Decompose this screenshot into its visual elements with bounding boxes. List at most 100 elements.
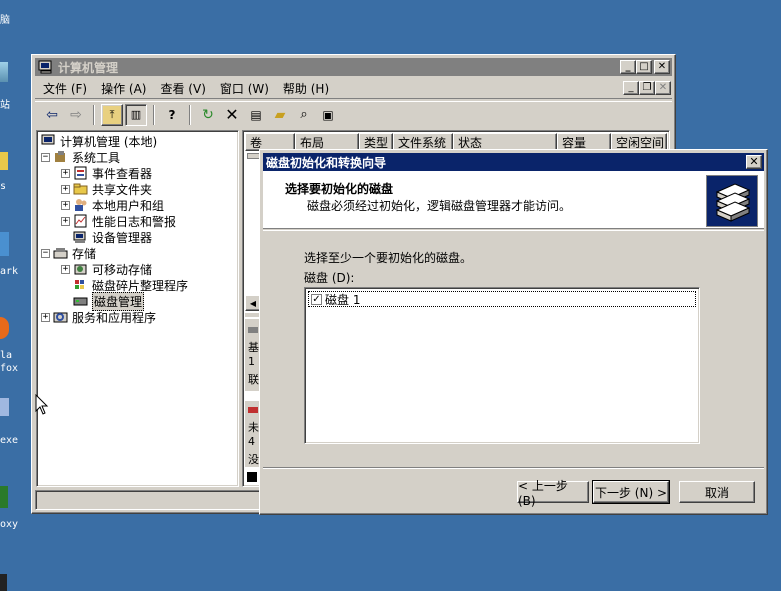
tree-perf-logs[interactable]: + 性能日志和警报 [61, 213, 176, 229]
desktop-label-exe: exe [0, 435, 19, 446]
tree-device-manager[interactable]: 设备管理器 [73, 229, 152, 245]
tree-device-manager-label: 设备管理器 [92, 230, 153, 245]
services-icon [53, 310, 69, 324]
recycle-bin-icon[interactable] [0, 62, 8, 82]
tree-system-tools[interactable]: − 系统工具 [41, 149, 120, 165]
tree-event-viewer[interactable]: + 事件查看器 [61, 165, 152, 181]
window-titlebar[interactable]: 计算机管理 _ □ ✕ [35, 58, 672, 76]
expand-icon[interactable]: + [61, 216, 70, 226]
child-close-button[interactable]: ✕ [655, 81, 671, 95]
close-button[interactable]: ✕ [654, 60, 670, 74]
dialog-titlebar[interactable]: 磁盘初始化和转换向导 ✕ [263, 153, 764, 171]
expand-icon[interactable]: + [61, 168, 70, 178]
wireshark-icon[interactable] [0, 232, 9, 256]
storage-icon [53, 246, 69, 260]
mouse-cursor-icon [35, 394, 49, 415]
device-manager-icon [73, 230, 89, 244]
tree-shared-folders-label: 共享文件夹 [92, 182, 153, 197]
desktop-label-ark: ark [0, 266, 19, 277]
taskbar-edge-icon [0, 574, 7, 591]
tree-shared-folders[interactable]: + 共享文件夹 [61, 181, 152, 197]
proxy-icon[interactable] [0, 486, 8, 508]
menu-file[interactable]: 文件 (F) [39, 80, 97, 97]
disk0-status-text: 联 [248, 373, 259, 386]
wizard-header: 选择要初始化的磁盘 磁盘必须经过初始化，逻辑磁盘管理器才能访问。 [263, 171, 764, 229]
collapse-icon[interactable]: − [41, 152, 50, 162]
delete-icon[interactable]: ✕ [221, 104, 243, 126]
list-item[interactable]: ✓ 磁盘 1 [308, 291, 696, 307]
dialog-title: 磁盘初始化和转换向导 [266, 155, 387, 170]
menu-action[interactable]: 操作 (A) [97, 80, 156, 97]
performance-icon [73, 214, 89, 228]
tree-removable-storage[interactable]: + 可移动存储 [61, 261, 152, 277]
defrag-icon [73, 278, 89, 292]
menu-window[interactable]: 窗口 (W) [216, 80, 279, 97]
disk1-status-text: 没 [248, 453, 259, 466]
show-tree-icon[interactable]: ▥ [125, 103, 147, 126]
tree-event-viewer-label: 事件查看器 [92, 166, 153, 181]
menu-view[interactable]: 查看 (V) [156, 80, 215, 97]
header-title: 选择要初始化的磁盘 [285, 182, 394, 196]
child-restore-button[interactable]: ❐ [639, 81, 655, 95]
disk-list-label: 磁盘 (D): [304, 271, 355, 285]
dialog-close-button[interactable]: ✕ [746, 155, 762, 169]
disk-tool-icon[interactable]: ▣ [317, 104, 339, 126]
exe-icon[interactable] [0, 398, 9, 416]
firefox-icon[interactable] [0, 317, 9, 339]
desktop-label-s: s [0, 181, 7, 192]
forward-arrow-icon[interactable]: ⇨ [65, 104, 87, 126]
desktop-label-fox: fox [0, 363, 19, 374]
refresh-icon[interactable]: ↻ [197, 104, 219, 126]
users-icon [73, 198, 89, 212]
shared-folder-icon [73, 182, 89, 196]
tree-root[interactable]: 计算机管理 (本地) [41, 133, 157, 149]
desktop-label-computer: 脑 [0, 15, 10, 26]
child-minimize-button[interactable]: _ [623, 81, 639, 95]
desktop-label-recycle: 站 [0, 100, 10, 111]
tree-storage[interactable]: − 存储 [41, 245, 96, 261]
legend-swatch [247, 472, 257, 482]
tree-storage-label: 存储 [72, 246, 97, 261]
back-button[interactable]: < 上一步 (B) [517, 479, 589, 508]
console-tree: 计算机管理 (本地) − 系统工具 + 事件查看器 + 共享文件夹 + 本地用户… [36, 130, 239, 487]
open-folder-icon[interactable]: ▰ [269, 104, 291, 126]
expand-icon[interactable]: + [61, 200, 70, 210]
tree-local-users-label: 本地用户和组 [92, 198, 165, 213]
tree-disk-management[interactable]: 磁盘管理 [73, 291, 145, 311]
next-button[interactable]: 下一步 (N) > [592, 480, 670, 504]
up-folder-icon[interactable]: ⤒ [101, 103, 123, 126]
back-arrow-icon[interactable]: ⇦ [41, 104, 63, 126]
search-icon[interactable]: ⌕ [293, 104, 315, 126]
maximize-button[interactable]: □ [636, 60, 652, 74]
disk-list[interactable]: ✓ 磁盘 1 [304, 287, 700, 444]
window-title: 计算机管理 [58, 60, 119, 75]
properties-icon[interactable]: ▤ [245, 104, 267, 126]
removable-storage-icon [73, 262, 89, 276]
disk1-checkbox[interactable]: ✓ [311, 293, 322, 305]
event-viewer-icon [73, 166, 89, 180]
wizard-prompt: 选择至少一个要初始化的磁盘。 [304, 251, 473, 265]
computer-icon [38, 60, 54, 74]
collapse-icon[interactable]: − [41, 248, 50, 258]
desktop-label-la: la [0, 350, 13, 361]
help-icon[interactable]: ? [161, 104, 183, 126]
folder-icon[interactable] [0, 152, 8, 170]
tree-local-users[interactable]: + 本地用户和组 [61, 197, 164, 213]
disk0-size-text: 1 [248, 355, 255, 368]
expand-icon[interactable]: + [61, 184, 70, 194]
minimize-button[interactable]: _ [620, 60, 636, 74]
expand-icon[interactable]: + [41, 312, 50, 322]
tree-services-label: 服务和应用程序 [72, 310, 157, 325]
expand-icon[interactable]: + [61, 264, 70, 274]
cancel-button[interactable]: 取消 [679, 481, 755, 503]
menu-help[interactable]: 帮助 (H) [279, 80, 339, 97]
tree-services[interactable]: + 服务和应用程序 [41, 309, 156, 325]
toolbar: ⇦ ⇨ ⤒ ▥ ? ↻ ✕ ▤ ▰ ⌕ ▣ [35, 101, 672, 127]
disk-icon [248, 327, 258, 333]
menubar: 文件 (F) 操作 (A) 查看 (V) 窗口 (W) 帮助 (H) [35, 79, 672, 99]
tree-root-label: 计算机管理 (本地) [60, 134, 158, 149]
disk1-size-text: 4 [248, 435, 255, 448]
tree-removable-storage-label: 可移动存储 [92, 262, 153, 277]
disk-unknown-icon [248, 407, 258, 413]
tree-system-tools-label: 系统工具 [72, 150, 121, 165]
